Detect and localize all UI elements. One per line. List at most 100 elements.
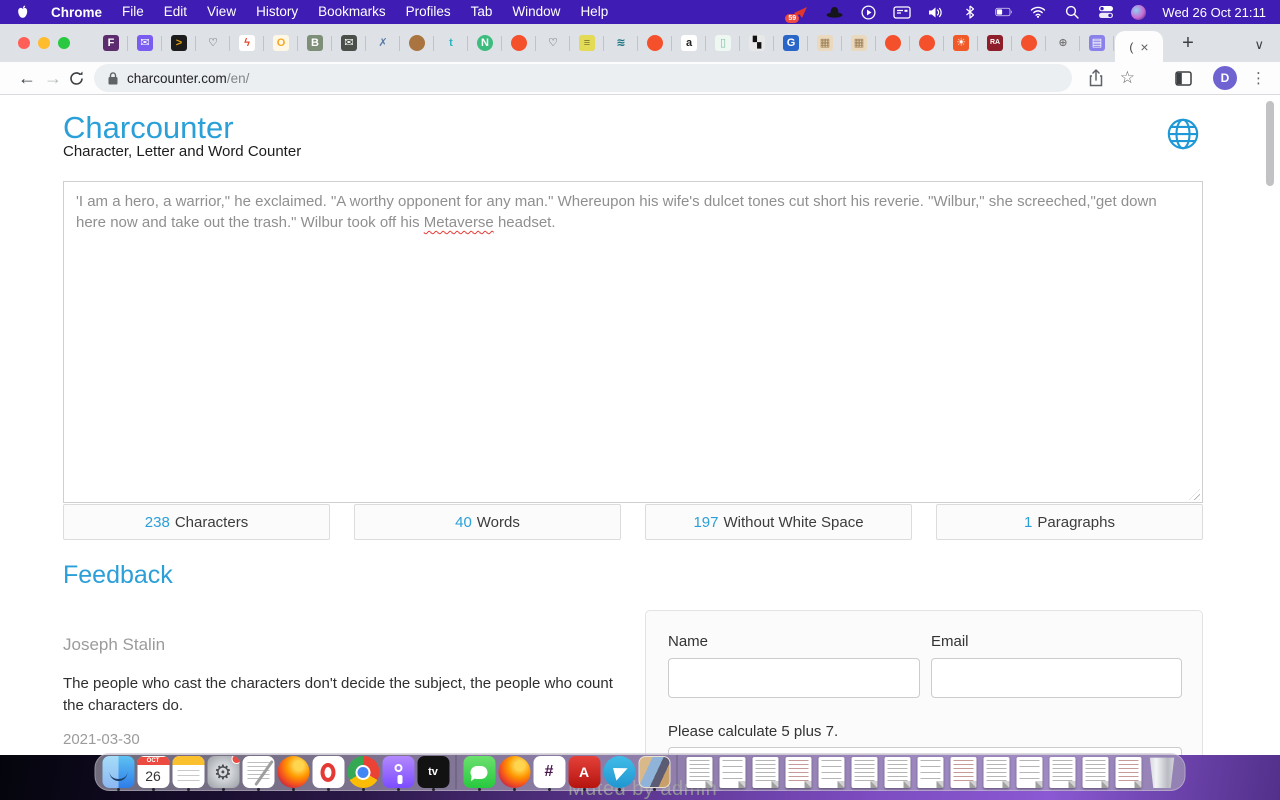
language-globe-icon[interactable] bbox=[1166, 117, 1200, 151]
tab-card-yellow[interactable]: ≡ bbox=[570, 24, 604, 62]
tab-duck-4[interactable] bbox=[910, 24, 944, 62]
dock-finder[interactable] bbox=[101, 753, 136, 791]
play-circle-icon[interactable] bbox=[859, 4, 877, 20]
dock-notes[interactable] bbox=[171, 753, 206, 791]
dock-podcasts[interactable] bbox=[381, 753, 416, 791]
tab-f-letter[interactable]: F bbox=[94, 24, 128, 62]
menu-clock[interactable]: Wed 26 Oct 21:11 bbox=[1162, 5, 1266, 20]
textarea-resize-handle[interactable] bbox=[1189, 489, 1200, 500]
tab-o-orange[interactable]: O bbox=[264, 24, 298, 62]
minimized-document-13[interactable] bbox=[1079, 753, 1112, 791]
menu-app-name[interactable]: Chrome bbox=[41, 5, 112, 20]
volume-icon[interactable] bbox=[927, 4, 945, 20]
close-window-button[interactable] bbox=[18, 37, 30, 49]
notification-app-icon[interactable]: 59 bbox=[785, 4, 809, 23]
active-tab[interactable]: ( × bbox=[1115, 31, 1163, 62]
address-bar[interactable]: charcounter.com/en/ bbox=[94, 64, 1072, 92]
tab-duck-1[interactable] bbox=[502, 24, 536, 62]
bookmark-star-icon[interactable]: ☆ bbox=[1120, 68, 1135, 88]
control-center-icon[interactable] bbox=[1097, 4, 1115, 20]
minimized-document-1[interactable] bbox=[683, 753, 716, 791]
tab-flash-colorful[interactable]: ϟ bbox=[230, 24, 264, 62]
name-field[interactable] bbox=[668, 658, 920, 698]
dock-chrome[interactable] bbox=[346, 753, 381, 791]
dock-calendar[interactable]: OCT 26 bbox=[136, 753, 171, 791]
tab-heart-2[interactable]: ♡ bbox=[536, 24, 570, 62]
menu-history[interactable]: History bbox=[246, 4, 308, 19]
dock-messages[interactable] bbox=[462, 753, 497, 791]
dock-textedit[interactable] bbox=[241, 753, 276, 791]
hat-icon[interactable] bbox=[825, 4, 843, 20]
minimized-document-10[interactable] bbox=[980, 753, 1013, 791]
tab-amazon[interactable]: a bbox=[672, 24, 706, 62]
dock-telegram[interactable] bbox=[602, 753, 637, 791]
tab-duck-2[interactable] bbox=[638, 24, 672, 62]
tab-t-teal[interactable]: t bbox=[434, 24, 468, 62]
tab-g-blue[interactable]: G bbox=[774, 24, 808, 62]
dock-photos[interactable] bbox=[637, 753, 672, 791]
tab-layers-teal[interactable]: ≋ bbox=[604, 24, 638, 62]
tab-duck-3[interactable] bbox=[876, 24, 910, 62]
dock-firefox[interactable] bbox=[276, 753, 311, 791]
tab-n-green[interactable]: N bbox=[468, 24, 502, 62]
tab-duck-5[interactable] bbox=[1012, 24, 1046, 62]
battery-icon[interactable] bbox=[995, 4, 1013, 20]
tab-mint-app[interactable]: ▯ bbox=[706, 24, 740, 62]
dock-trash[interactable] bbox=[1145, 753, 1180, 791]
minimized-document-4[interactable] bbox=[782, 753, 815, 791]
back-button[interactable]: ← bbox=[14, 68, 40, 89]
window-keyboard-icon[interactable] bbox=[893, 4, 912, 20]
tab-globe-gray[interactable]: ⊕ bbox=[1046, 24, 1080, 62]
menu-tab[interactable]: Tab bbox=[461, 4, 503, 19]
tab-coin-brown[interactable] bbox=[400, 24, 434, 62]
menu-file[interactable]: File bbox=[112, 4, 154, 19]
menu-help[interactable]: Help bbox=[570, 4, 618, 19]
menu-profiles[interactable]: Profiles bbox=[396, 4, 461, 19]
tab-search-chevron-icon[interactable]: ∨ bbox=[1254, 37, 1264, 53]
dock-system-settings[interactable] bbox=[206, 753, 241, 791]
reload-button[interactable] bbox=[66, 68, 86, 88]
chrome-menu-icon[interactable]: ⋮ bbox=[1251, 69, 1266, 87]
dock-slack[interactable]: # bbox=[532, 753, 567, 791]
text-input[interactable]: 'I am a hero, a warrior," he exclaimed. … bbox=[63, 181, 1203, 503]
tab-bw-photo[interactable]: ▚ bbox=[740, 24, 774, 62]
minimized-document-2[interactable] bbox=[716, 753, 749, 791]
tab-lamp-orange[interactable]: ☀ bbox=[944, 24, 978, 62]
minimized-document-5[interactable] bbox=[815, 753, 848, 791]
minimized-document-3[interactable] bbox=[749, 753, 782, 791]
wifi-icon[interactable] bbox=[1029, 4, 1047, 20]
forward-button[interactable]: → bbox=[40, 68, 66, 89]
minimized-document-9[interactable] bbox=[947, 753, 980, 791]
new-tab-button[interactable]: + bbox=[1175, 32, 1201, 55]
minimized-document-11[interactable] bbox=[1013, 753, 1046, 791]
minimized-document-8[interactable] bbox=[914, 753, 947, 791]
dock-apple-tv[interactable]: tv bbox=[416, 753, 451, 791]
bluetooth-icon[interactable] bbox=[961, 4, 979, 20]
minimized-document-7[interactable] bbox=[881, 753, 914, 791]
share-icon[interactable] bbox=[1086, 68, 1106, 88]
tab-mail-violet[interactable]: ✉ bbox=[128, 24, 162, 62]
search-icon[interactable] bbox=[1063, 4, 1081, 20]
side-panel-icon[interactable] bbox=[1173, 68, 1193, 88]
tab-photo-collage-1[interactable]: ▦ bbox=[808, 24, 842, 62]
profile-avatar[interactable]: D bbox=[1213, 66, 1237, 90]
minimized-document-14[interactable] bbox=[1112, 753, 1145, 791]
tab-b-sage[interactable]: B bbox=[298, 24, 332, 62]
dock-acrobat[interactable]: A bbox=[567, 753, 602, 791]
menu-bookmarks[interactable]: Bookmarks bbox=[308, 4, 396, 19]
siri-icon[interactable] bbox=[1131, 4, 1147, 20]
menu-view[interactable]: View bbox=[197, 4, 246, 19]
apple-menu-icon[interactable] bbox=[16, 5, 29, 20]
minimized-document-6[interactable] bbox=[848, 753, 881, 791]
tab-photo-collage-2[interactable]: ▦ bbox=[842, 24, 876, 62]
minimize-window-button[interactable] bbox=[38, 37, 50, 49]
tab-plex[interactable]: > bbox=[162, 24, 196, 62]
tab-heart-1[interactable]: ♡ bbox=[196, 24, 230, 62]
tab-envelope-dark[interactable]: ✉ bbox=[332, 24, 366, 62]
menu-edit[interactable]: Edit bbox=[154, 4, 197, 19]
dock-opera[interactable] bbox=[311, 753, 346, 791]
email-field[interactable] bbox=[931, 658, 1182, 698]
zoom-window-button[interactable] bbox=[58, 37, 70, 49]
tab-copy-purple[interactable]: ▤ bbox=[1080, 24, 1114, 62]
menu-window[interactable]: Window bbox=[502, 4, 570, 19]
